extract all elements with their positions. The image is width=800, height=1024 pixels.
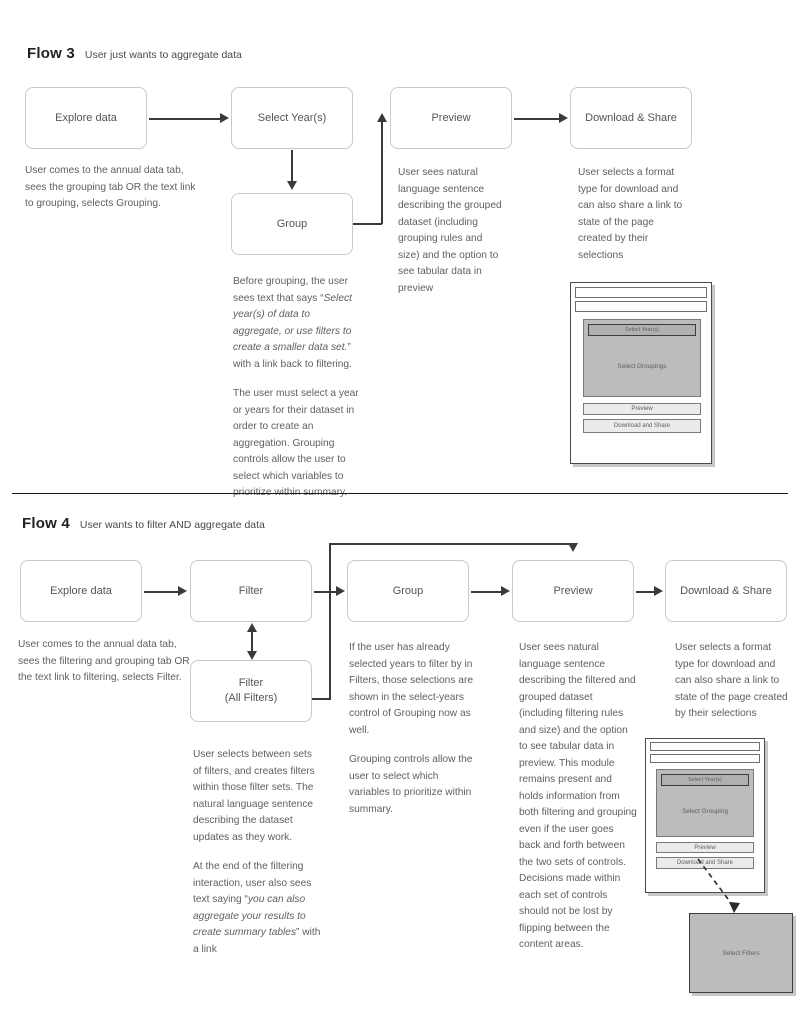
flow3-connector-years-to-group <box>291 150 293 182</box>
flow4-wireframe-preview-button[interactable]: Preview <box>656 842 754 853</box>
flow4-node-explore-data-label: Explore data <box>50 584 112 597</box>
flow3-connector-group-up <box>381 122 383 224</box>
flow3-node-preview[interactable]: Preview <box>390 87 512 149</box>
flow4-wireframe-dashed-connector <box>697 858 740 913</box>
flow3-heading: Flow 3 User just wants to aggregate data <box>27 45 242 63</box>
flow3-wireframe-panel: Select Year(s) Select Groupings <box>583 319 701 397</box>
flow4-caption-preview-text: User sees natural language sentence desc… <box>519 642 637 951</box>
flow4-node-preview[interactable]: Preview <box>512 560 634 622</box>
flow3-node-preview-label: Preview <box>431 111 471 124</box>
flow4-wireframe-select-years-control[interactable]: Select Year(s) <box>661 774 749 786</box>
flow3-caption-download: User selects a format type for download … <box>578 165 690 264</box>
flow3-caption-preview-text: User sees natural language sentence desc… <box>398 167 502 294</box>
flow4-caption-group-p2: Grouping controls allow the user to sele… <box>349 754 473 815</box>
flow3-wireframe-topbar-1 <box>575 287 707 298</box>
flow4-arrowhead-filter-up <box>247 623 257 632</box>
flow4-node-preview-label: Preview <box>553 584 593 597</box>
flow3-connector-preview-to-download <box>514 118 560 120</box>
flow4-connector-group-to-preview <box>471 591 501 593</box>
flow4-heading: Flow 4 User wants to filter AND aggregate… <box>22 515 265 533</box>
flow4-node-download-share-label: Download & Share <box>680 584 772 597</box>
flow4-wireframe-topbar-1 <box>650 742 760 751</box>
flow3-arrowhead-download <box>559 113 568 123</box>
flow4-caption-group: If the user has already selected years t… <box>349 640 481 818</box>
flow3-connector-explore-to-years <box>149 118 221 120</box>
flow4-wireframe-topbar-2 <box>650 754 760 763</box>
flow3-node-group[interactable]: Group <box>231 193 353 255</box>
flow4-caption-filter: User selects between sets of filters, an… <box>193 747 321 958</box>
flow4-caption-explore: User comes to the annual data tab, sees … <box>18 637 196 687</box>
flow4-node-group-label: Group <box>392 584 424 597</box>
flow4-caption-download: User selects a format type for download … <box>675 640 790 723</box>
flow4-arrowhead-group <box>336 586 345 596</box>
flow3-arrowhead-preview <box>377 113 387 122</box>
flow4-connector-preview-to-download <box>636 591 654 593</box>
flow3-caption-explore-text: User comes to the annual data tab, sees … <box>25 165 196 210</box>
flow4-wireframe-select-grouping-area[interactable]: Select Grouping <box>657 786 753 836</box>
flow3-caption-download-text: User selects a format type for download … <box>578 167 683 261</box>
flow-diagram-page: Flow 3 User just wants to aggregate data … <box>0 0 800 1024</box>
flow4-bypass-horizontal-top <box>329 543 573 545</box>
flow3-caption-group: Before grouping, the user sees text that… <box>233 274 361 502</box>
flow3-caption-group-p1: Before grouping, the user sees text that… <box>233 274 361 373</box>
flow4-caption-filter-p2: At the end of the filtering interaction,… <box>193 859 321 958</box>
flow3-wireframe-download-share-button[interactable]: Download and Share <box>583 419 701 433</box>
flow3-arrowhead-group <box>287 181 297 190</box>
flow4-connector-filter-bidirectional <box>251 630 253 652</box>
flow4-arrowhead-filter <box>178 586 187 596</box>
flow4-caption-explore-text: User comes to the annual data tab, sees … <box>18 639 190 684</box>
flow4-arrowhead-filter-down <box>247 651 257 660</box>
flow3-connector-group-right <box>353 223 382 225</box>
flow4-node-group[interactable]: Group <box>347 560 469 622</box>
flow4-connector-explore-to-filter <box>144 591 178 593</box>
flow3-caption-explore: User comes to the annual data tab, sees … <box>25 163 197 213</box>
flow3-node-explore-data[interactable]: Explore data <box>25 87 147 149</box>
flow4-arrowhead-download <box>654 586 663 596</box>
flow4-node-explore-data[interactable]: Explore data <box>20 560 142 622</box>
flow3-caption-group-p2: The user must select a year or years for… <box>233 388 359 499</box>
flow4-subtitle: User wants to filter AND aggregate data <box>79 519 265 531</box>
flow3-caption-preview: User sees natural language sentence desc… <box>398 165 506 297</box>
flow4-bypass-vertical <box>329 543 331 700</box>
flow3-node-download-share[interactable]: Download & Share <box>570 87 692 149</box>
flow4-caption-filter-p1: User selects between sets of filters, an… <box>193 749 315 843</box>
flow4-node-filter-label: Filter <box>238 584 264 597</box>
flow4-caption-group-p1: If the user has already selected years t… <box>349 642 474 736</box>
flow4-node-filter-all-filters-label-2: (All Filters) <box>224 692 278 704</box>
flow3-node-explore-data-label: Explore data <box>55 111 117 124</box>
flow4-wireframe-panel: Select Year(s) Select Grouping <box>656 769 754 837</box>
flow3-node-group-label: Group <box>276 217 308 230</box>
flow4-caption-download-text: User selects a format type for download … <box>675 642 788 720</box>
flow4-connector-filter-to-group <box>314 591 336 593</box>
flow3-wireframe: Select Year(s) Select Groupings Preview … <box>570 282 712 464</box>
section-divider <box>12 493 788 494</box>
flow3-wireframe-preview-button[interactable]: Preview <box>583 403 701 415</box>
flow4-title: Flow 4 <box>22 515 70 532</box>
flow4-bypass-from-all-filters <box>312 698 330 700</box>
flow3-wireframe-select-groupings-area[interactable]: Select Groupings <box>584 336 700 396</box>
flow3-subtitle: User just wants to aggregate data <box>84 49 242 61</box>
flow3-node-select-years-label: Select Year(s) <box>257 111 327 124</box>
flow4-bypass-arrowhead-preview <box>568 543 578 552</box>
flow3-node-download-share-label: Download & Share <box>585 111 677 124</box>
flow3-arrowhead-years <box>220 113 229 123</box>
flow3-title: Flow 3 <box>27 45 75 62</box>
flow4-wireframe-select-filters-popup[interactable]: Select Filters <box>689 913 793 993</box>
flow4-arrowhead-preview <box>501 586 510 596</box>
flow3-wireframe-select-years-control[interactable]: Select Year(s) <box>588 324 696 336</box>
flow3-node-select-years[interactable]: Select Year(s) <box>231 87 353 149</box>
flow4-node-filter-all-filters[interactable]: Filter (All Filters) <box>190 660 312 722</box>
flow4-node-filter-all-filters-label-1: Filter <box>238 677 264 690</box>
flow4-node-download-share[interactable]: Download & Share <box>665 560 787 622</box>
flow4-node-filter[interactable]: Filter <box>190 560 312 622</box>
flow3-wireframe-topbar-2 <box>575 301 707 312</box>
flow4-caption-preview: User sees natural language sentence desc… <box>519 640 637 954</box>
